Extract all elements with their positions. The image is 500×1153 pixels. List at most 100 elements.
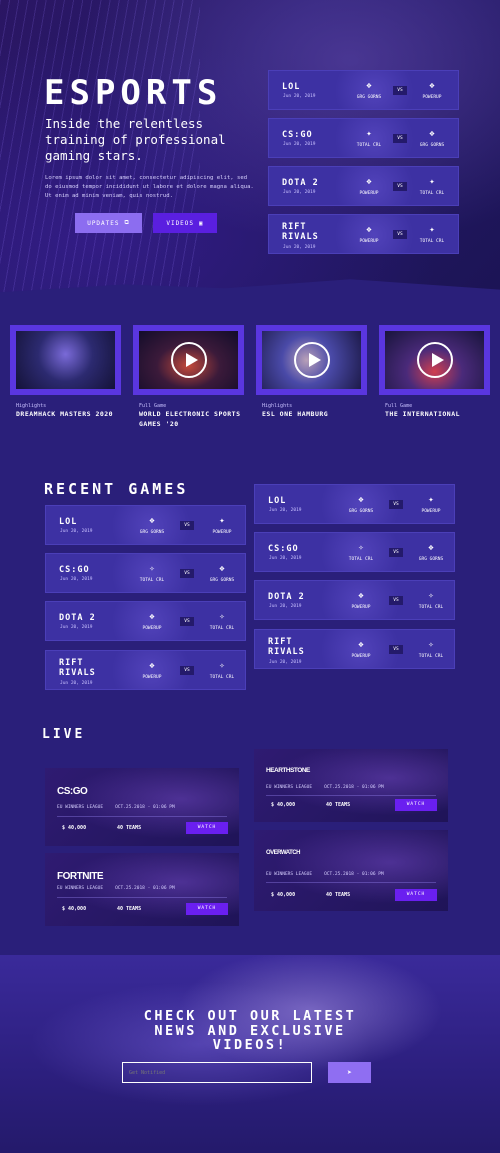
video-title[interactable]: ESL ONE HAMBURG	[262, 409, 367, 419]
watch-button[interactable]: WATCH	[186, 903, 228, 915]
video-thumbnail[interactable]	[10, 325, 121, 395]
newsletter-title-line: NEWS AND EXCLUSIVE	[154, 1022, 346, 1039]
recent-match-card[interactable]: CS:GO Jun 20, 2019 ✧ TOTAL CRL VS ❖ GRG …	[254, 532, 455, 572]
vs-badge: VS	[180, 666, 194, 675]
thumbnail-image	[16, 331, 115, 389]
league-name: EU WINNERS LEAGUE	[266, 785, 313, 790]
hero-body: Lorem ipsum dolor sit amet, consectetur …	[45, 175, 254, 199]
video-thumbnail[interactable]	[256, 325, 367, 395]
team-logo-icon: ✧	[428, 640, 434, 650]
live-event-card[interactable]: OVERWATCH EU WINNERS LEAGUE OCT.25.2018 …	[254, 830, 448, 911]
watch-button[interactable]: WATCH	[395, 799, 437, 811]
recent-match-card[interactable]: RIFT RIVALS Jun 20, 2019 ❖ POWERUP VS ✧ …	[45, 650, 246, 690]
recent-match-card[interactable]: DOTA 2 Jun 20, 2019 ❖ POWERUP VS ✧ TOTAL…	[45, 601, 246, 641]
play-icon[interactable]	[293, 342, 330, 378]
match-game: RIFT RIVALS	[59, 658, 96, 678]
match-date: Jun 20, 2019	[283, 190, 316, 195]
event-datetime: OCT.25.2018 - 01:06 PM	[115, 805, 175, 810]
updates-label: UPDATES	[87, 219, 120, 227]
match-game: RIFT RIVALS	[282, 222, 319, 242]
prize-pool: $ 40,000	[271, 892, 296, 898]
live-event-card[interactable]: HEARTHSTONE EU WINNERS LEAGUE OCT.25.201…	[254, 749, 448, 822]
video-thumbnail[interactable]	[379, 325, 490, 395]
vs-badge: VS	[393, 134, 407, 143]
game-logo: FORTNITE	[57, 871, 104, 882]
team-logo-icon: ✧	[219, 661, 225, 671]
hero-match-card[interactable]: DOTA 2 Jun 20, 2019 ❖ POWERUP VS ✦ TOTAL…	[268, 166, 459, 206]
game-logo: OVERWATCH	[266, 850, 300, 856]
play-icon[interactable]	[416, 342, 453, 378]
featured-video-card[interactable]: Highlights ESL ONE HAMBURG	[256, 325, 367, 419]
team-2-name: POWERUP	[212, 530, 232, 535]
team-logo-icon: ✧	[149, 564, 155, 574]
event-info: EU WINNERS LEAGUE OCT.25.2018 - 01:06 PM	[57, 805, 175, 810]
recent-match-card[interactable]: LOL Jun 20, 2019 ❖ GRG GORNS VS ✦ POWERU…	[254, 484, 455, 524]
team-1-name: POWERUP	[351, 654, 371, 659]
event-datetime: OCT.25.2018 - 01:06 PM	[324, 785, 384, 790]
team-logo-icon: ❖	[366, 225, 372, 235]
updates-button[interactable]: UPDATES ⧉	[75, 213, 142, 233]
hero-match-card[interactable]: LOL Jun 20, 2019 ❖ GRG GORNS VS ❖ POWERU…	[268, 70, 459, 110]
hero-match-card[interactable]: CS:GO Jun 20, 2019 ✦ TOTAL CRL VS ❖ GRG …	[268, 118, 459, 158]
email-field[interactable]	[122, 1062, 312, 1083]
divider	[57, 897, 227, 898]
video-title[interactable]: DREAMHACK MASTERS 2020	[16, 409, 121, 419]
game-logo: HEARTHSTONE	[266, 767, 310, 774]
watch-button[interactable]: WATCH	[186, 822, 228, 834]
match-game: DOTA 2	[59, 613, 96, 623]
team-1-name: GRG GORNS	[348, 509, 374, 514]
vs-badge: VS	[389, 645, 403, 654]
prize-pool: $ 40,000	[62, 906, 87, 912]
match-date: Jun 20, 2019	[283, 142, 316, 147]
prize-pool: $ 40,000	[271, 802, 296, 808]
recent-match-card[interactable]: RIFT RIVALS Jun 20, 2019 ❖ POWERUP VS ✧ …	[254, 629, 455, 669]
submit-button[interactable]: ➤	[328, 1062, 371, 1083]
live-event-card[interactable]: FORTNITE EU WINNERS LEAGUE OCT.25.2018 -…	[45, 853, 239, 926]
match-date: Jun 20, 2019	[60, 681, 93, 686]
featured-video-card[interactable]: Full Game THE INTERNATIONAL	[379, 325, 490, 419]
team-2-name: GRG GORNS	[209, 578, 235, 583]
hero-match-card[interactable]: RIFT RIVALS Jun 20, 2019 ❖ POWERUP VS ✦ …	[268, 214, 459, 254]
divider	[266, 882, 436, 883]
watch-button[interactable]: WATCH	[395, 889, 437, 901]
team-2-name: POWERUP	[422, 95, 442, 100]
team-logo-icon: ❖	[149, 516, 155, 526]
team-1-name: POWERUP	[142, 675, 162, 680]
team-logo-icon: ✧	[219, 612, 225, 622]
match-game: LOL	[268, 496, 287, 506]
recent-games-heading: RECENT GAMES	[44, 480, 189, 498]
match-date: Jun 20, 2019	[60, 529, 93, 534]
team-2-name: TOTAL CRL	[418, 654, 444, 659]
videos-button[interactable]: VIDEOS ▣	[153, 213, 217, 233]
newsletter-title: CHECK OUT OUR LATEST NEWS AND EXCLUSIVE …	[0, 1009, 500, 1053]
video-title[interactable]: WORLD ELECTRONIC SPORTS GAMES '20	[139, 409, 244, 429]
prize-pool: $ 40,000	[62, 825, 87, 831]
bell-icon: ⧉	[124, 219, 130, 226]
featured-video-card[interactable]: Full Game WORLD ELECTRONIC SPORTS GAMES …	[133, 325, 244, 429]
league-name: EU WINNERS LEAGUE	[266, 872, 313, 877]
play-icon[interactable]	[170, 342, 207, 378]
team-logo-icon: ✦	[428, 495, 434, 505]
team-logo-icon: ✧	[358, 543, 364, 553]
league-name: EU WINNERS LEAGUE	[57, 805, 104, 810]
recent-match-card[interactable]: CS:GO Jun 20, 2019 ✧ TOTAL CRL VS ❖ GRG …	[45, 553, 246, 593]
vs-badge: VS	[180, 569, 194, 578]
video-title[interactable]: THE INTERNATIONAL	[385, 409, 490, 419]
featured-video-card[interactable]: Highlights DREAMHACK MASTERS 2020	[10, 325, 121, 419]
team-logo-icon: ❖	[219, 564, 225, 574]
live-event-card[interactable]: CS:GO EU WINNERS LEAGUE OCT.25.2018 - 01…	[45, 768, 239, 846]
team-count: 40 TEAMS	[326, 892, 351, 898]
divider	[266, 795, 436, 796]
match-game: CS:GO	[268, 544, 299, 554]
recent-match-card[interactable]: LOL Jun 20, 2019 ❖ GRG GORNS VS ✦ POWERU…	[45, 505, 246, 545]
video-thumbnail[interactable]	[133, 325, 244, 395]
recent-match-card[interactable]: DOTA 2 Jun 20, 2019 ❖ POWERUP VS ✧ TOTAL…	[254, 580, 455, 620]
match-game: RIFT RIVALS	[268, 637, 305, 657]
team-logo-icon: ❖	[149, 612, 155, 622]
match-date: Jun 20, 2019	[269, 556, 302, 561]
match-date: Jun 20, 2019	[60, 577, 93, 582]
team-logo-icon: ❖	[366, 81, 372, 91]
team-logo-icon: ❖	[429, 129, 435, 139]
team-1-name: POWERUP	[351, 605, 371, 610]
team-logo-icon: ❖	[358, 495, 364, 505]
